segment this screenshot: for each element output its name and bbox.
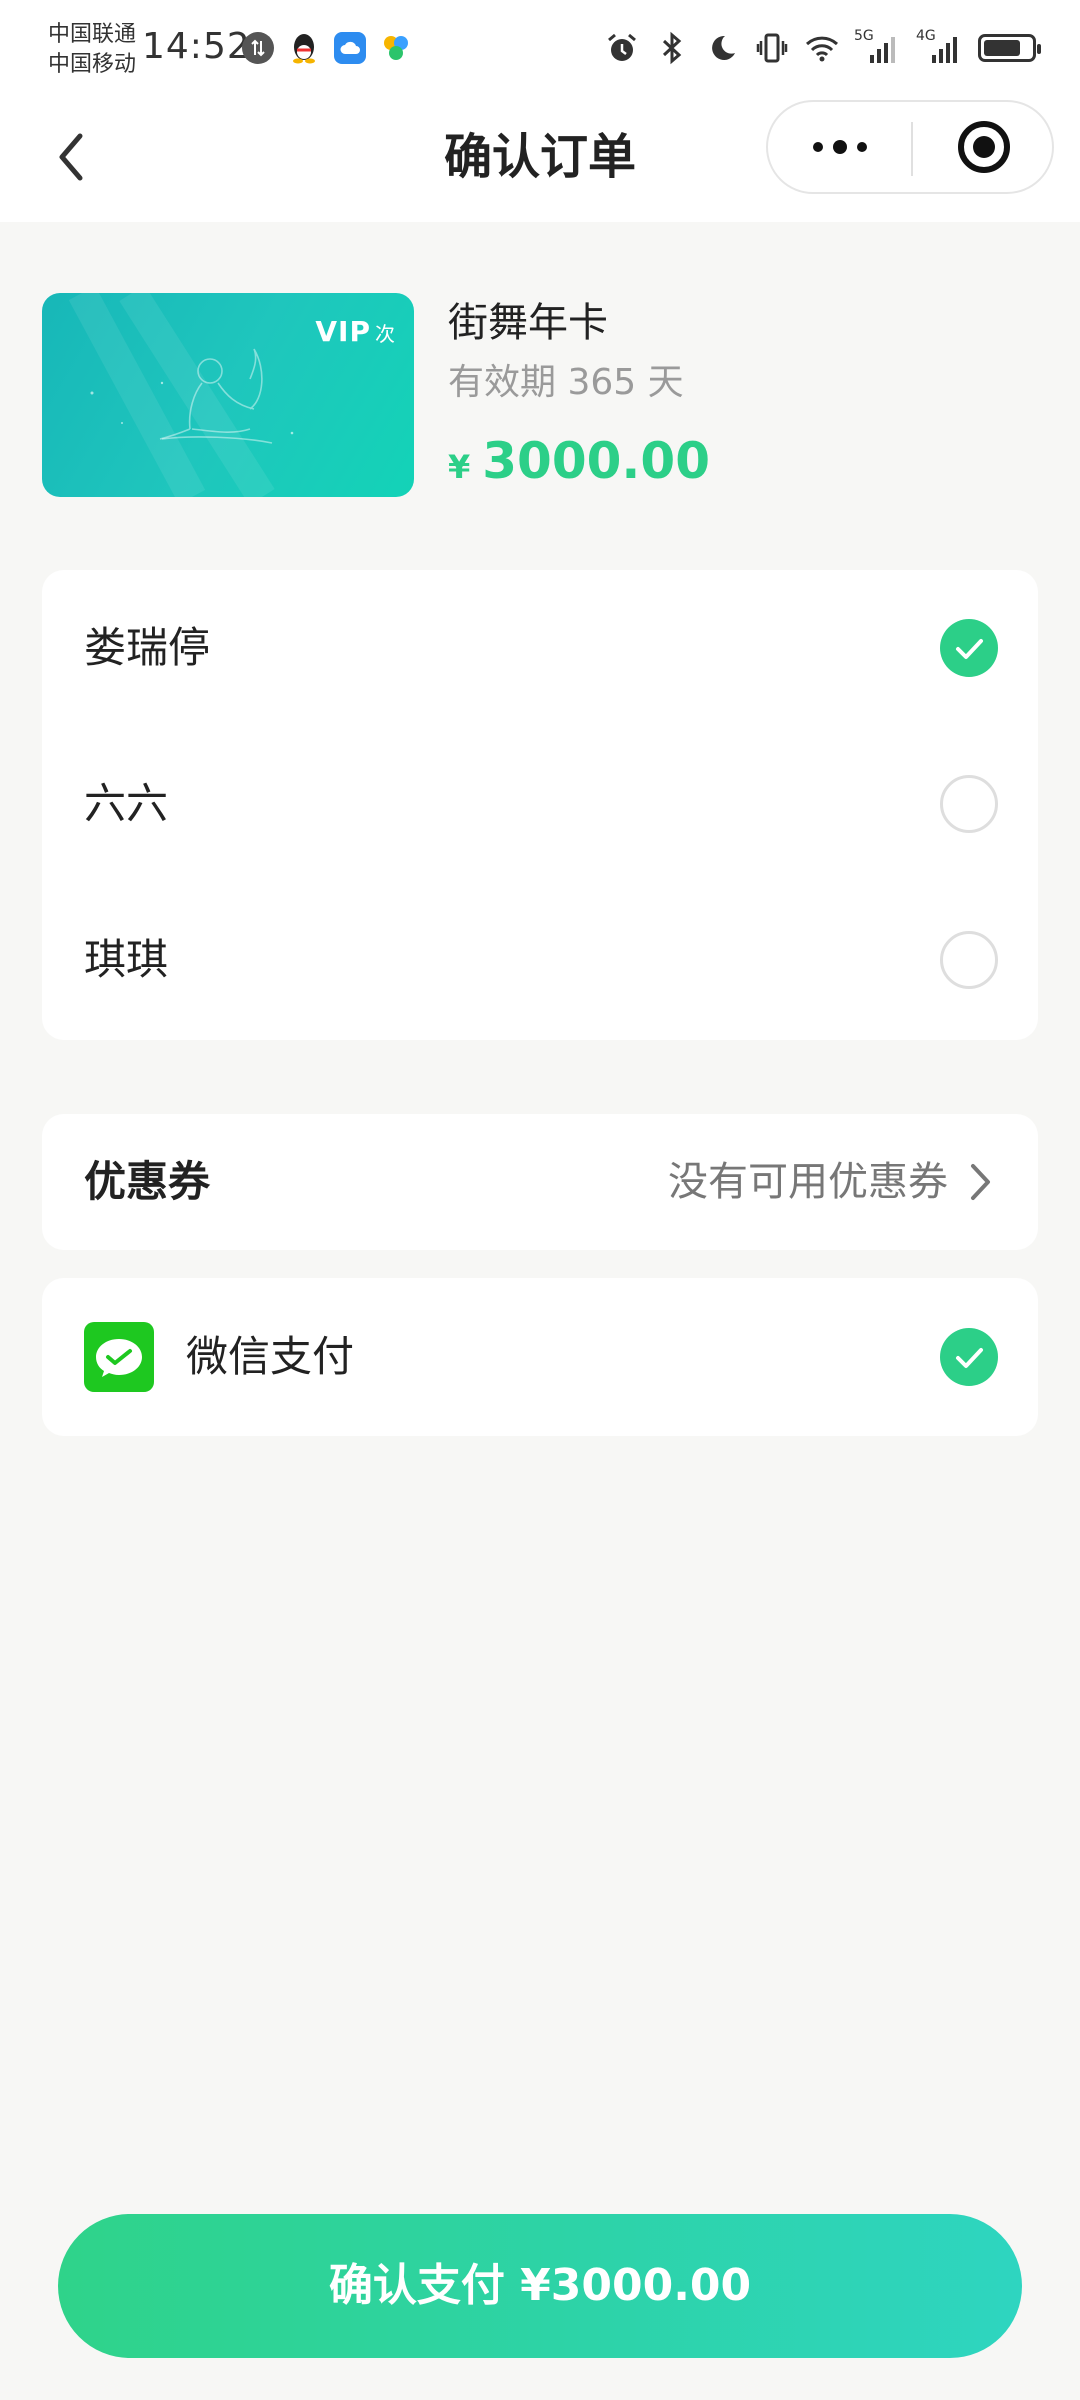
- system-status-icons: 5G 4G: [604, 28, 1041, 66]
- chevron-right-icon: [971, 1164, 990, 1200]
- carrier-1: 中国联通: [48, 22, 137, 47]
- do-not-disturb-icon: [704, 30, 740, 66]
- target-close-icon: [957, 121, 1010, 173]
- member-name: 六六: [84, 779, 169, 828]
- notification-icons: [242, 32, 412, 64]
- member-selection-list: 娄瑞停 六六 琪琪: [42, 570, 1038, 1040]
- mini-program-capsule: [766, 100, 1054, 194]
- price-amount: 3000.00: [482, 432, 710, 490]
- product-summary: VIP 次 街舞年卡 有效期 365 天 ¥3000.00: [42, 293, 1042, 499]
- pinwheel-app-icon: [380, 32, 412, 64]
- radio-checked[interactable]: [940, 1328, 998, 1386]
- product-name: 街舞年卡: [448, 300, 608, 346]
- membership-card-image: VIP 次: [42, 293, 414, 497]
- member-option[interactable]: 琪琪: [42, 882, 1038, 1038]
- nav-bar: 确认订单: [0, 100, 1080, 222]
- signal-5g-icon: 5G: [854, 28, 902, 66]
- member-name: 娄瑞停: [84, 623, 211, 672]
- vip-badge-sub: 次: [375, 322, 396, 346]
- signal-5g-label: 5G: [854, 28, 874, 44]
- carrier-2: 中国移动: [48, 52, 137, 77]
- more-button[interactable]: [768, 102, 911, 192]
- checkmark-icon: [956, 639, 983, 659]
- payment-method-label: 微信支付: [186, 1332, 355, 1381]
- product-validity: 有效期 365 天: [448, 362, 684, 403]
- wifi-icon: [804, 30, 840, 66]
- vip-badge-text: VIP: [315, 315, 371, 348]
- payment-method-row[interactable]: 微信支付: [42, 1278, 1038, 1436]
- cloud-app-icon: [334, 32, 366, 64]
- alarm-icon: [604, 30, 640, 66]
- more-dots-icon: [812, 140, 867, 154]
- radio-unchecked[interactable]: [940, 931, 998, 989]
- signal-4g-label: 4G: [916, 28, 936, 44]
- member-option[interactable]: 娄瑞停: [42, 570, 1038, 726]
- qq-icon: [288, 32, 320, 64]
- close-mini-program-button[interactable]: [913, 102, 1054, 192]
- status-time: 14:52: [142, 26, 251, 67]
- vibrate-icon: [754, 30, 790, 66]
- coupon-row[interactable]: 优惠券 没有可用优惠券: [42, 1114, 1038, 1250]
- carrier-info: 中国联通 中国移动: [48, 20, 136, 80]
- vip-badge: VIP 次: [315, 315, 396, 348]
- coupon-label: 优惠券: [84, 1157, 211, 1206]
- price-currency-symbol: ¥: [448, 448, 471, 486]
- member-option[interactable]: 六六: [42, 726, 1038, 882]
- member-name: 琪琪: [84, 935, 169, 984]
- radio-checked[interactable]: [940, 619, 998, 677]
- product-price: ¥3000.00: [448, 429, 710, 499]
- battery-icon: [978, 34, 1041, 62]
- wechat-pay-icon: [84, 1322, 154, 1392]
- radio-unchecked[interactable]: [940, 775, 998, 833]
- signal-4g-icon: 4G: [916, 28, 964, 66]
- data-transfer-icon: [242, 32, 274, 64]
- coupon-status: 没有可用优惠券: [668, 1159, 948, 1205]
- checkmark-icon: [956, 1348, 983, 1368]
- bluetooth-icon: [654, 30, 690, 66]
- confirm-payment-button[interactable]: 确认支付 ¥3000.00: [58, 2214, 1022, 2358]
- status-bar: 中国联通 中国移动 14:52 5G 4G: [0, 0, 1080, 100]
